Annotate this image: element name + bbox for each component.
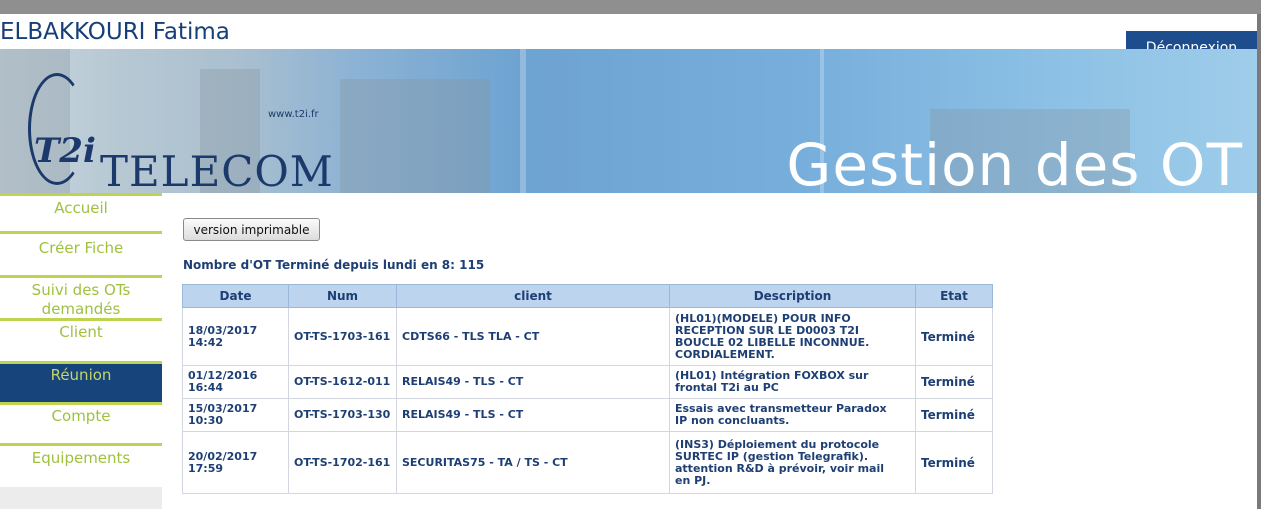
sidebar-item-compte[interactable]: Compte [0, 407, 162, 426]
logo-text: TELECOM [100, 147, 334, 193]
window-right-edge [1257, 14, 1261, 509]
column-header-client[interactable]: client [396, 284, 670, 308]
cell-etat: Terminé [915, 307, 993, 366]
sidebar-footer [0, 487, 162, 509]
cell-num: OT-TS-1612-011 [288, 365, 397, 399]
cell-etat: Terminé [915, 398, 993, 432]
page-title: Gestion des OT [786, 131, 1243, 193]
cell-client: RELAIS49 - TLS - CT [396, 398, 670, 432]
cell-date: 15/03/2017 10:30 [182, 398, 289, 432]
cell-description: Essais avec transmetteur Paradox IP non … [669, 398, 916, 432]
banner-light-decoration [520, 49, 526, 193]
print-version-button[interactable]: version imprimable [183, 218, 320, 241]
header-banner: T2i TELECOM www.t2i.fr Gestion des OT [0, 49, 1257, 193]
nav-divider [0, 231, 162, 234]
nav-divider [0, 443, 162, 446]
nav-divider [0, 193, 162, 196]
cell-date: 01/12/2016 16:44 [182, 365, 289, 399]
cell-num: OT-TS-1703-161 [288, 307, 397, 366]
table-header-row: Date Num client Description Etat [182, 284, 993, 308]
ot-table: Date Num client Description Etat 18/03/2… [182, 284, 993, 494]
column-header-num[interactable]: Num [288, 284, 397, 308]
cell-description: (HL01)(MODELE) POUR INFO RECEPTION SUR L… [669, 307, 916, 366]
sidebar-item-client[interactable]: Client [0, 323, 162, 342]
user-name: ELBAKKOURI Fatima [0, 19, 230, 45]
cell-client: RELAIS49 - TLS - CT [396, 365, 670, 399]
cell-num: OT-TS-1702-161 [288, 431, 397, 494]
nav-divider [0, 402, 162, 405]
cell-client: CDTS66 - TLS TLA - CT [396, 307, 670, 366]
table-row[interactable]: 15/03/2017 10:30 OT-TS-1703-130 RELAIS49… [182, 398, 993, 432]
sidebar-item-suivi-ots[interactable]: Suivi des OTs demandés [0, 281, 162, 319]
cell-etat: Terminé [915, 431, 993, 494]
sidebar-item-accueil[interactable]: Accueil [0, 199, 162, 218]
browser-top-bar [0, 0, 1261, 14]
summary-count: Nombre d'OT Terminé depuis lundi en 8: 1… [183, 258, 485, 272]
banner-rack-decoration [340, 79, 490, 193]
column-header-date[interactable]: Date [182, 284, 289, 308]
table-row[interactable]: 01/12/2016 16:44 OT-TS-1612-011 RELAIS49… [182, 365, 993, 399]
cell-client: SECURITAS75 - TA / TS - CT [396, 431, 670, 494]
table-row[interactable]: 18/03/2017 14:42 OT-TS-1703-161 CDTS66 -… [182, 307, 993, 366]
logo-mark: T2i [34, 131, 96, 171]
nav-divider [0, 318, 162, 321]
cell-num: OT-TS-1703-130 [288, 398, 397, 432]
sidebar-item-creer-fiche[interactable]: Créer Fiche [0, 239, 162, 258]
cell-description: (HL01) Intégration FOXBOX sur frontal T2… [669, 365, 916, 399]
sidebar-item-equipements[interactable]: Equipements [0, 449, 162, 468]
cell-etat: Terminé [915, 365, 993, 399]
cell-description: (INS3) Déploiement du protocole SURTEC I… [669, 431, 916, 494]
cell-date: 18/03/2017 14:42 [182, 307, 289, 366]
table-row[interactable]: 20/02/2017 17:59 OT-TS-1702-161 SECURITA… [182, 431, 993, 494]
sidebar-nav: Accueil Créer Fiche Suivi des OTs demand… [0, 193, 162, 509]
column-header-etat[interactable]: Etat [915, 284, 993, 308]
sidebar-item-reunion[interactable]: Réunion [0, 364, 162, 402]
column-header-description[interactable]: Description [669, 284, 916, 308]
cell-date: 20/02/2017 17:59 [182, 431, 289, 494]
nav-divider [0, 275, 162, 278]
logo-url: www.t2i.fr [268, 109, 319, 120]
